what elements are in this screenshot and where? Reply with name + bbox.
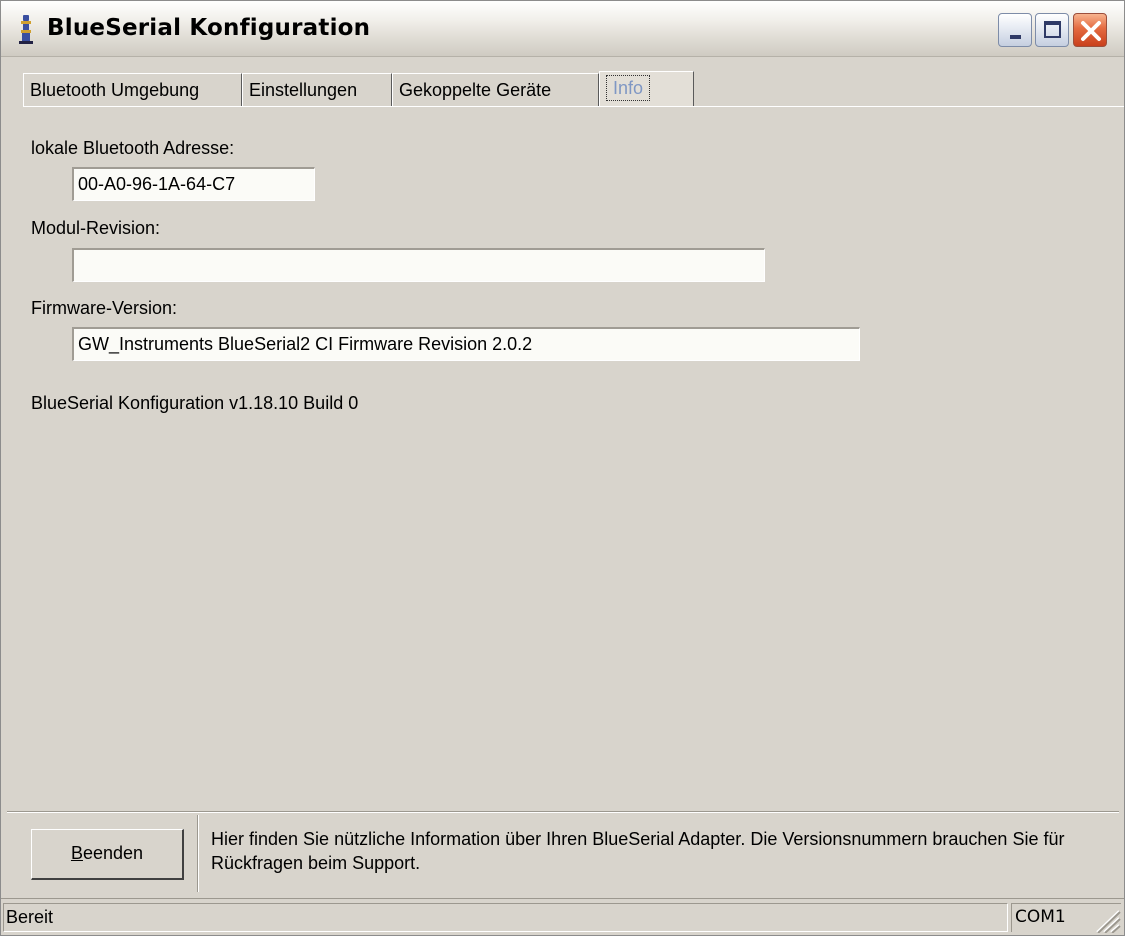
tab-einstellungen[interactable]: Einstellungen: [242, 73, 392, 107]
bluetooth-tower-icon: [19, 15, 33, 44]
module-revision-label: Modul-Revision:: [31, 218, 161, 238]
tab-bar: Bluetooth Umgebung Einstellungen Gekoppe…: [1, 71, 1124, 107]
maximize-icon: [1044, 21, 1061, 38]
tab-bluetooth-umgebung[interactable]: Bluetooth Umgebung: [23, 73, 242, 107]
minimize-icon: [1010, 35, 1021, 39]
window-title: BlueSerial Konfiguration: [47, 15, 371, 41]
resize-grip-icon[interactable]: [1091, 905, 1121, 933]
address-field[interactable]: 00-A0-96-1A-64-C7: [72, 167, 315, 201]
exit-button-label: eenden: [82, 843, 144, 863]
footer-divider: [197, 815, 199, 892]
module-revision-field[interactable]: [72, 248, 765, 282]
hint-text: Hier finden Sie nützliche Information üb…: [211, 829, 1065, 873]
status-text: Bereit: [3, 903, 1008, 932]
address-label: lokale Bluetooth Adresse:: [31, 138, 235, 158]
close-icon: [1081, 21, 1101, 41]
firmware-version-label: Firmware-Version:: [31, 298, 178, 318]
maximize-button[interactable]: [1035, 13, 1069, 47]
close-button[interactable]: [1073, 13, 1107, 47]
status-bar: Bereit COM1: [1, 898, 1124, 935]
bottom-separator: [7, 811, 1119, 813]
version-text: BlueSerial Konfiguration v1.18.10 Build …: [31, 393, 359, 413]
tab-info[interactable]: Info: [599, 71, 694, 107]
tab-info-label: Info: [606, 75, 651, 101]
exit-button-accesskey: B: [70, 843, 83, 863]
minimize-button[interactable]: [998, 13, 1032, 47]
exit-button[interactable]: Beenden: [31, 829, 184, 880]
firmware-version-field[interactable]: GW_Instruments BlueSerial2 CI Firmware R…: [72, 327, 860, 361]
info-tab-panel: [23, 106, 1124, 806]
main-window: BlueSerial Konfiguration Bluetooth Umgeb…: [0, 0, 1125, 936]
tab-gekoppelte-geraete[interactable]: Gekoppelte Geräte: [392, 73, 599, 107]
title-bar[interactable]: BlueSerial Konfiguration: [1, 1, 1124, 57]
